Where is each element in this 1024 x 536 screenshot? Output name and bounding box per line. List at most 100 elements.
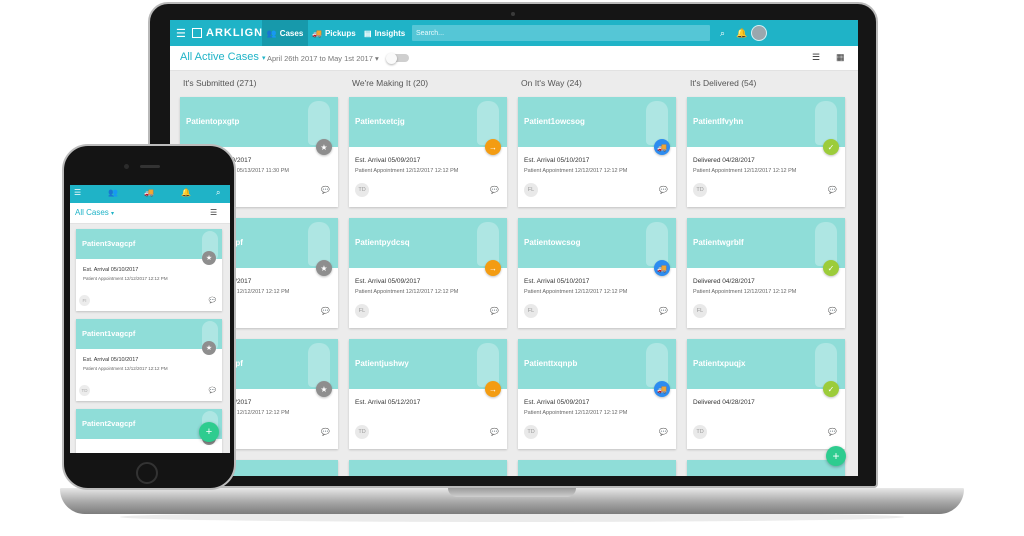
case-card[interactable]: Patient3vagcpf ★ Est. Arrival 05/10/2017… xyxy=(76,229,222,311)
menu-icon[interactable]: ☰ xyxy=(176,20,186,46)
case-date: Est. Arrival 05/10/2017 xyxy=(524,157,590,164)
comment-icon[interactable]: 💬 xyxy=(659,428,668,436)
comment-icon[interactable]: 💬 xyxy=(828,307,837,315)
card-header: Patientopxgtp xyxy=(180,97,338,147)
bell-icon[interactable]: 🔔 xyxy=(181,188,191,197)
search-input[interactable]: Search... xyxy=(412,25,710,41)
comment-icon[interactable]: 💬 xyxy=(321,428,330,436)
case-card[interactable]: Patientxpuqjx ✓ Delivered 04/28/2017 TD … xyxy=(687,339,845,449)
truck-icon[interactable]: 🚚 xyxy=(654,381,670,397)
bell-icon[interactable]: 🔔 xyxy=(736,20,747,46)
case-card[interactable] xyxy=(687,460,845,476)
truck-icon[interactable]: 🚚 xyxy=(654,260,670,276)
star-icon[interactable]: ★ xyxy=(316,260,332,276)
add-case-button[interactable]: + xyxy=(826,446,846,466)
case-card[interactable]: Patientxetcjg → Est. Arrival 05/09/2017 … xyxy=(349,97,507,207)
tab-cases[interactable]: 👥 Cases xyxy=(262,20,308,46)
people-icon[interactable]: 👥 xyxy=(108,188,118,197)
tooth-icon xyxy=(477,222,499,266)
add-case-button[interactable]: + xyxy=(199,422,219,442)
case-date: Est. Arrival 05/12/2017 xyxy=(355,399,421,406)
check-icon[interactable]: ✓ xyxy=(823,381,839,397)
check-icon[interactable]: ✓ xyxy=(823,139,839,155)
tab-label: Cases xyxy=(279,28,304,38)
case-filter-dropdown[interactable]: All Active Cases ▾ xyxy=(180,51,265,63)
sort-icon[interactable]: ☰ xyxy=(210,208,217,217)
comment-icon[interactable]: 💬 xyxy=(490,186,499,194)
case-card[interactable]: Patienttxqnpb 🚚 Est. Arrival 05/09/2017 … xyxy=(518,339,676,449)
phone-case-filter-dropdown[interactable]: All Cases ▾ xyxy=(75,208,114,217)
brand-logo[interactable]: ARKLIGN xyxy=(192,20,263,46)
case-date: Est. Arrival 05/10/2017 xyxy=(83,357,139,363)
phone-app-header: ☰ 👥 🚚 🔔 ⌕ xyxy=(70,185,230,203)
truck-icon[interactable]: 🚚 xyxy=(144,188,154,197)
comment-icon[interactable]: 💬 xyxy=(321,186,330,194)
tooth-icon xyxy=(815,222,837,266)
search-icon[interactable]: ⌕ xyxy=(720,20,725,46)
comment-icon[interactable]: 💬 xyxy=(209,387,216,394)
card-header: Patientlfvyhn xyxy=(687,97,845,147)
case-card[interactable] xyxy=(349,460,507,476)
patient-name: Patientlfvyhn xyxy=(693,117,744,126)
comment-icon[interactable]: 💬 xyxy=(828,186,837,194)
case-card[interactable] xyxy=(518,460,676,476)
star-icon[interactable]: ★ xyxy=(316,381,332,397)
tab-pickups[interactable]: 🚚 Pickups xyxy=(312,20,356,46)
app-header: ☰ ARKLIGN 👥 Cases 🚚 Pickups ▤ Insights Sear… xyxy=(170,20,858,46)
appointment-date: Patient Appointment 12/12/2017 12:12 PM xyxy=(693,168,797,174)
comment-icon[interactable]: 💬 xyxy=(490,428,499,436)
case-card[interactable]: Patientowcsog 🚚 Est. Arrival 05/10/2017 … xyxy=(518,218,676,328)
tooth-icon xyxy=(477,101,499,145)
tab-insights[interactable]: ▤ Insights xyxy=(364,20,405,46)
date-range-dropdown[interactable]: April 26th 2017 to May 1st 2017 ▾ xyxy=(267,54,379,63)
truck-icon: 🚚 xyxy=(312,28,322,38)
comment-icon[interactable]: 💬 xyxy=(828,428,837,436)
assignee-avatar: FL xyxy=(355,304,369,318)
case-card[interactable]: Patientlfvyhn ✓ Delivered 04/28/2017 Pat… xyxy=(687,97,845,207)
avatar-image xyxy=(751,25,767,41)
column-title: We're Making It (20) xyxy=(352,78,429,88)
case-card[interactable]: Patientwgrblf ✓ Delivered 04/28/2017 Pat… xyxy=(687,218,845,328)
assignee-avatar: TD xyxy=(524,425,538,439)
phone-camera xyxy=(124,164,129,169)
comment-icon[interactable]: 💬 xyxy=(659,307,668,315)
arklign-logo-icon xyxy=(192,28,202,38)
sort-icon[interactable]: ☰ xyxy=(812,52,820,63)
view-toggle[interactable] xyxy=(386,52,409,64)
check-icon[interactable]: ✓ xyxy=(823,260,839,276)
assignee-avatar: FL xyxy=(524,183,538,197)
comment-icon[interactable]: 💬 xyxy=(659,186,668,194)
list-view-icon[interactable]: ▦ xyxy=(836,52,845,63)
patient-name: Patientwgrblf xyxy=(693,238,744,247)
arrow-icon[interactable]: → xyxy=(485,381,501,397)
filter-label: All Active Cases xyxy=(180,51,259,63)
arrow-icon[interactable]: → xyxy=(485,139,501,155)
case-card[interactable]: Patient1owcsog 🚚 Est. Arrival 05/10/2017… xyxy=(518,97,676,207)
phone-screen: ☰ 👥 🚚 🔔 ⌕ All Cases ▾ ☰ Patient3vagcpf ★… xyxy=(70,185,230,453)
case-card[interactable]: Patientpydcsq → Est. Arrival 05/09/2017 … xyxy=(349,218,507,328)
star-icon[interactable]: ★ xyxy=(316,139,332,155)
arrow-icon[interactable]: → xyxy=(485,260,501,276)
patient-name: Patient3vagcpf xyxy=(82,239,136,248)
comment-icon[interactable]: 💬 xyxy=(321,307,330,315)
comment-icon[interactable]: 💬 xyxy=(490,307,499,315)
truck-icon[interactable]: 🚚 xyxy=(654,139,670,155)
phone-home-button[interactable] xyxy=(136,462,158,484)
case-card[interactable]: Patientjushwy → Est. Arrival 05/12/2017 … xyxy=(349,339,507,449)
star-icon[interactable]: ★ xyxy=(202,341,216,355)
card-header: Patienttxqnpb xyxy=(518,339,676,389)
brand-name: ARKLIGN xyxy=(206,27,264,39)
case-date: Est. Arrival 05/09/2017 xyxy=(355,157,421,164)
star-icon[interactable]: ★ xyxy=(202,251,216,265)
board-column: We're Making It (20) Patientxetcjg → Est… xyxy=(349,70,511,476)
card-header: Patient1vagcpf xyxy=(76,319,222,349)
menu-icon[interactable]: ☰ xyxy=(74,188,81,197)
search-icon[interactable]: ⌕ xyxy=(216,188,220,198)
assignee-avatar: TD xyxy=(693,425,707,439)
column-title: It's Submitted (271) xyxy=(183,78,257,88)
assignee-avatar: TD xyxy=(693,183,707,197)
user-avatar[interactable] xyxy=(751,20,767,46)
case-card[interactable]: Patient1vagcpf ★ Est. Arrival 05/10/2017… xyxy=(76,319,222,401)
comment-icon[interactable]: 💬 xyxy=(209,297,216,304)
patient-name: Patient1vagcpf xyxy=(82,329,136,338)
